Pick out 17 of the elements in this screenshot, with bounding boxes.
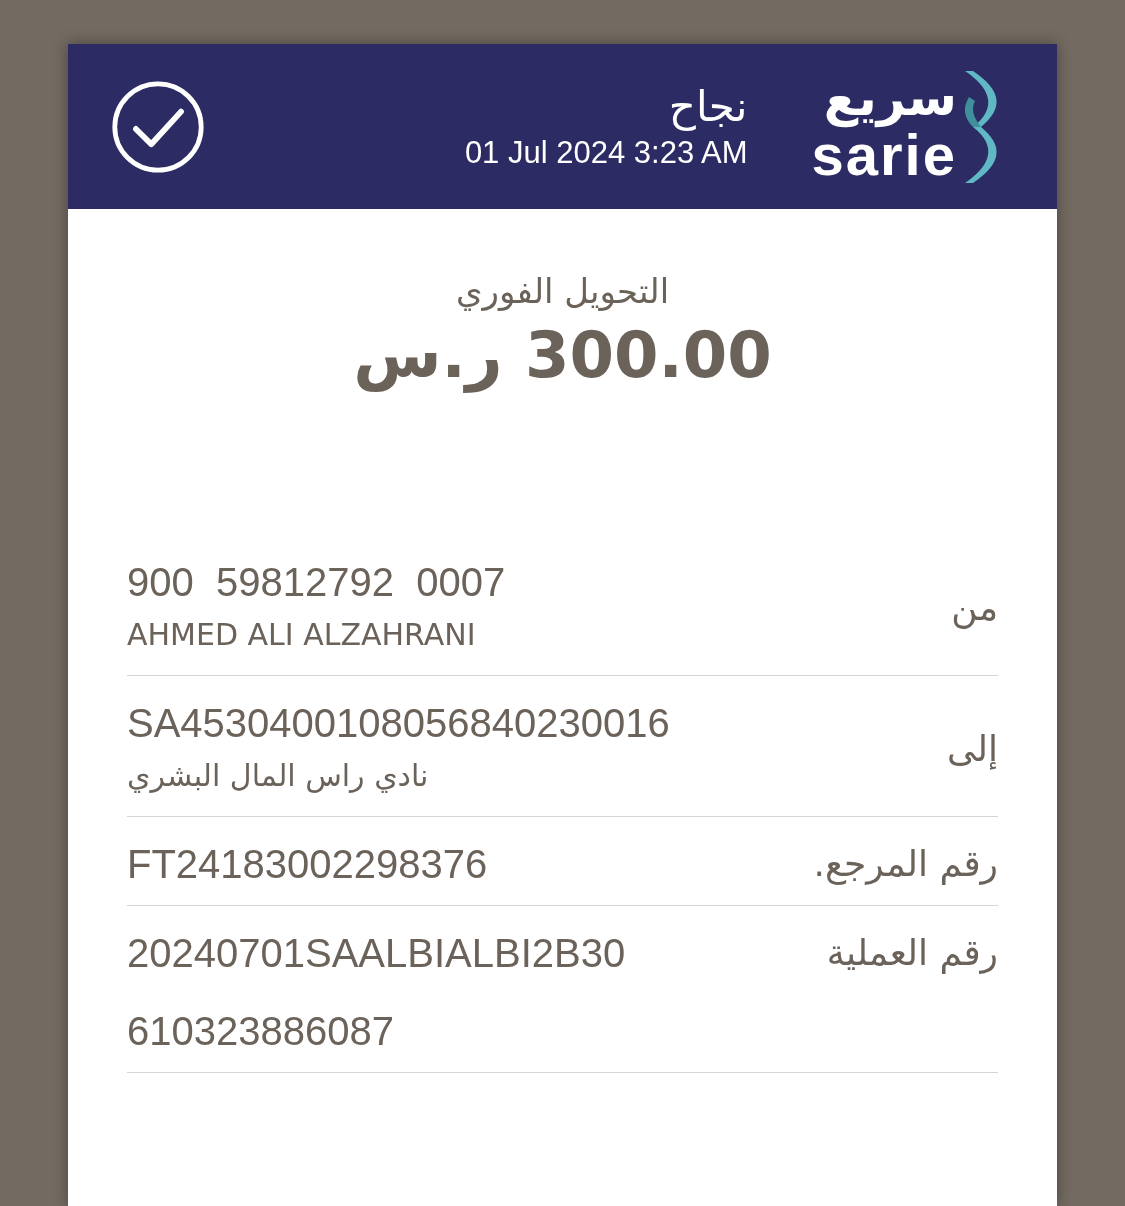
field-value: SA4530400108056840230016 xyxy=(127,700,670,747)
field-value: 610323886087 xyxy=(127,1008,395,1055)
transaction-datetime: 01 Jul 2024 3:23 AM xyxy=(464,133,748,172)
field-value: FT24183002298376 xyxy=(127,841,488,888)
logo-arabic-text: سريع xyxy=(823,69,957,126)
checkmark-icon xyxy=(110,78,206,175)
field-subtext: AHMED ALI ALZAHRANI xyxy=(127,616,476,654)
field-value: 20240701SAALBIALBI2B30 xyxy=(127,930,626,977)
field-label: من xyxy=(951,586,998,631)
field-label: رقم المرجع. xyxy=(813,842,998,887)
field-label: رقم العملية xyxy=(826,931,998,976)
transfer-type-title: التحويل الفوري xyxy=(454,270,671,313)
field-value: 900 59812792 0007 xyxy=(127,559,506,606)
status-text: نجاح xyxy=(668,80,748,133)
amount-text: 300.00 ر.س xyxy=(352,317,773,395)
field-label: إلى xyxy=(947,727,998,772)
field-subtext: نادي راس المال البشري xyxy=(127,757,429,795)
